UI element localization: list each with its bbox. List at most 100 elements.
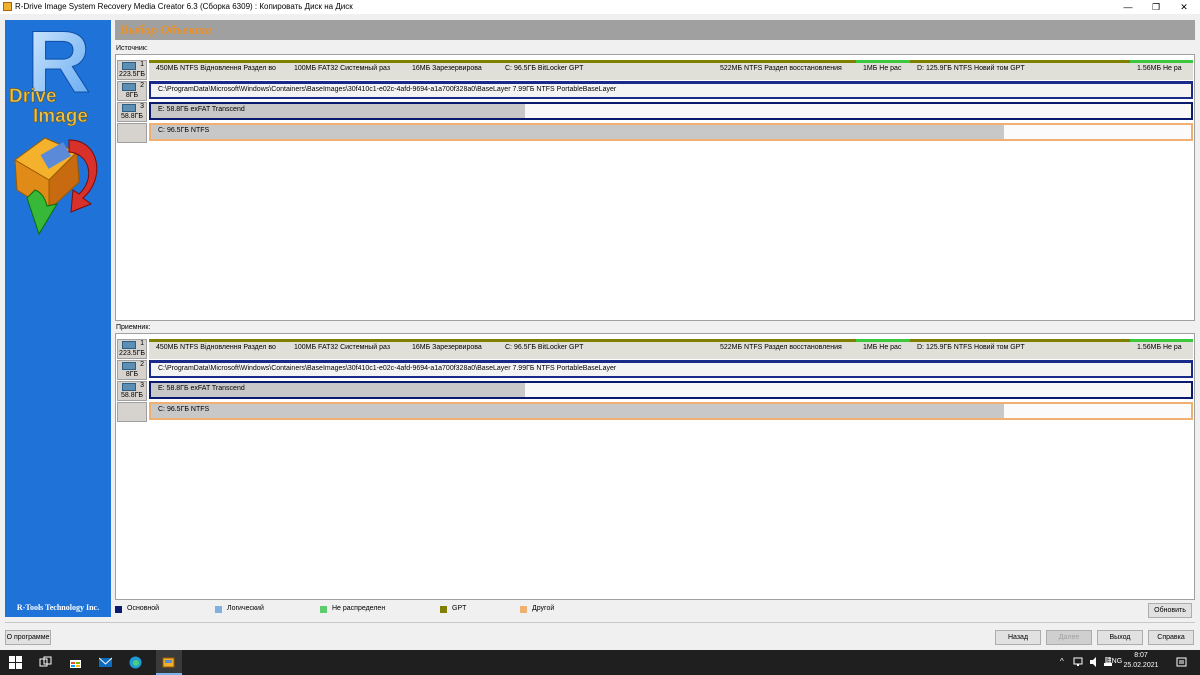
source-partition[interactable]: C:\ProgramData\Microsoft\Windows\Contain… (149, 81, 1193, 99)
partition-label: 1.56МБ Не ра (1137, 65, 1182, 72)
partition-label: C: 96.5ГБ BitLocker GPT (505, 344, 584, 351)
disk-cell[interactable]: 1 223.5ГБ (117, 60, 147, 80)
close-button[interactable]: ✕ (1169, 0, 1199, 14)
legend: Основной Логический Не распределен GPT Друго… (115, 605, 675, 615)
brand-banner: R Drive Image R-Tools Technology Inc. (5, 20, 111, 617)
source-partition[interactable]: 16МБ Зарезервирова (405, 60, 498, 80)
source-partition[interactable]: 1.56МБ Не ра (1130, 60, 1193, 80)
next-button[interactable]: Далее (1046, 630, 1092, 645)
minimize-button[interactable]: — (1113, 0, 1143, 14)
page-header: Выбор Объекта (115, 20, 1195, 40)
store-icon[interactable] (69, 656, 82, 669)
tray-chevron-icon[interactable]: ^ (1060, 657, 1064, 666)
target-partition[interactable]: 450МБ NTFS Відновлення Раздел во (149, 339, 287, 359)
about-button[interactable]: О программе (5, 630, 51, 645)
partition-label: D: 125.9ГБ NTFS Новий том GPT (917, 344, 1025, 351)
disk-size: 8ГБ (125, 371, 139, 378)
clock-time: 8:07 (1134, 652, 1148, 659)
disk-number: 1 (140, 340, 144, 347)
partition-label: E: 58.8ГБ exFAT Transcend (158, 106, 245, 113)
clock-date: 25.02.2021 (1123, 662, 1159, 669)
source-partition[interactable]: D: 125.9ГБ NTFS Новий том GPT (910, 60, 1130, 80)
exit-button[interactable]: Выход (1097, 630, 1143, 645)
partition-label: C:\ProgramData\Microsoft\Windows\Contain… (158, 365, 617, 372)
task-view-icon[interactable] (39, 656, 52, 669)
partition-label: C:\ProgramData\Microsoft\Windows\Contain… (158, 86, 617, 93)
source-disk-row[interactable]: C: 96.5ГБ NTFS (116, 123, 1194, 143)
target-disk-row[interactable]: 2 8ГБ C:\ProgramData\Microsoft\Windows\Con… (116, 360, 1194, 380)
taskbar: ^ ENG (0, 650, 1200, 675)
active-app-indicator[interactable] (156, 650, 182, 675)
target-partition[interactable]: C: 96.5ГБ NTFS (149, 402, 1193, 420)
disk-drive-icon (122, 383, 136, 391)
language-indicator[interactable]: ENG (1107, 658, 1122, 665)
disk-drive-icon (122, 83, 136, 91)
restore-button[interactable]: ❐ (1141, 0, 1171, 14)
refresh-button[interactable]: Обновить (1148, 603, 1192, 618)
disk-cell[interactable]: 2 8ГБ (117, 81, 147, 101)
disk-number: 3 (140, 382, 144, 389)
source-partition[interactable]: 1МБ Не рас (856, 60, 910, 80)
target-partition[interactable]: 522МБ NTFS Раздел восстановления (713, 339, 856, 359)
legend-label: Основной (127, 605, 160, 612)
help-button[interactable]: Справка (1148, 630, 1194, 645)
disk-cell[interactable]: 3 58.8ГБ (117, 381, 147, 401)
disk-cell[interactable]: 2 8ГБ (117, 360, 147, 380)
disk-cell[interactable]: 3 58.8ГБ (117, 102, 147, 122)
source-disk-row[interactable]: 3 58.8ГБ E: 58.8ГБ exFAT Transcend (116, 102, 1194, 122)
legend-swatch (520, 606, 527, 613)
disk-drive-icon (122, 62, 136, 70)
disk-size: 58.8ГБ (120, 113, 143, 120)
legend-label: Другой (532, 605, 555, 612)
logo-drive-text: Drive (9, 86, 57, 107)
disk-drive-icon (122, 362, 136, 370)
network-icon[interactable] (1073, 657, 1083, 667)
partition-label: 450МБ NTFS Відновлення Раздел во (156, 65, 276, 72)
disk-size: 223.5ГБ (119, 71, 145, 78)
back-button[interactable]: Назад (995, 630, 1041, 645)
mail-icon[interactable] (99, 656, 112, 669)
rdrive-logo: R Drive Image (9, 20, 98, 236)
target-partition[interactable]: 1.56МБ Не ра (1130, 339, 1193, 359)
source-disk-row[interactable]: 2 8ГБ C:\ProgramData\Microsoft\Windows\Con… (116, 81, 1194, 101)
target-disk-row[interactable]: C: 96.5ГБ NTFS (116, 402, 1194, 422)
target-partition[interactable]: D: 125.9ГБ NTFS Новий том GPT (910, 339, 1130, 359)
target-disk-row[interactable]: 1 223.5ГБ 450МБ NTFS Відновлення Раздел во… (116, 339, 1194, 359)
disk-number: 3 (140, 103, 144, 110)
legend-label: Логический (227, 605, 264, 612)
partition-label: 1МБ Не рас (863, 65, 902, 72)
notifications-icon[interactable] (1176, 657, 1187, 668)
source-partition[interactable]: C: 96.5ГБ BitLocker GPT (498, 60, 713, 80)
window-title: R-Drive Image System Recovery Media Crea… (15, 2, 353, 11)
disk-size: 223.5ГБ (119, 350, 145, 357)
app-icon (3, 2, 12, 11)
target-partition[interactable]: 100МБ FAT32 Системный раз (287, 339, 405, 359)
source-partition[interactable]: C: 96.5ГБ NTFS (149, 123, 1193, 141)
edge-icon[interactable] (129, 656, 142, 669)
windows-start-icon[interactable] (9, 656, 22, 669)
target-partition[interactable]: 16МБ Зарезервирова (405, 339, 498, 359)
source-disk-row[interactable]: 1 223.5ГБ 450МБ NTFS Відновлення Раздел во… (116, 60, 1194, 80)
source-partition[interactable]: 100МБ FAT32 Системный раз (287, 60, 405, 80)
target-partition[interactable]: C: 96.5ГБ BitLocker GPT (498, 339, 713, 359)
disk-cell[interactable] (117, 123, 147, 143)
target-label: Приемник: (116, 324, 151, 331)
target-disk-row[interactable]: 3 58.8ГБ E: 58.8ГБ exFAT Transcend (116, 381, 1194, 401)
taskbar-clock[interactable]: 8:07 25.02.2021 (1123, 651, 1159, 671)
source-partition[interactable]: E: 58.8ГБ exFAT Transcend (149, 102, 1193, 120)
source-label: Источник: (116, 45, 148, 52)
partition-label: 522МБ NTFS Раздел восстановления (720, 344, 842, 351)
target-partition[interactable]: C:\ProgramData\Microsoft\Windows\Contain… (149, 360, 1193, 378)
legend-swatch (440, 606, 447, 613)
target-partition[interactable]: E: 58.8ГБ exFAT Transcend (149, 381, 1193, 399)
target-partition[interactable]: 1МБ Не рас (856, 339, 910, 359)
disk-number: 1 (140, 61, 144, 68)
disk-cell[interactable]: 1 223.5ГБ (117, 339, 147, 359)
source-partition[interactable]: 522МБ NTFS Раздел восстановления (713, 60, 856, 80)
source-partition[interactable]: 450МБ NTFS Відновлення Раздел во (149, 60, 287, 80)
partition-label: 1.56МБ Не ра (1137, 344, 1182, 351)
disk-cell[interactable] (117, 402, 147, 422)
partition-usage-fill (151, 125, 1004, 139)
volume-icon[interactable] (1089, 657, 1099, 667)
disk-size: 8ГБ (125, 92, 139, 99)
